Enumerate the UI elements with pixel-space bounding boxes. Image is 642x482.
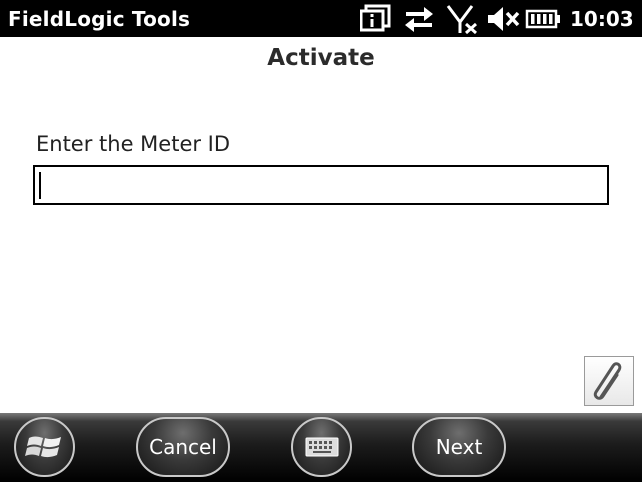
paperclip-icon (593, 362, 622, 400)
cancel-button[interactable]: Cancel (136, 417, 230, 477)
text-cursor (39, 172, 41, 199)
next-button-label: Next (435, 435, 483, 459)
clock: 10:03 (570, 7, 634, 31)
keyboard-button[interactable] (291, 417, 352, 477)
data-sync-icon[interactable] (402, 4, 436, 34)
windows-start-icon (24, 436, 61, 458)
battery-icon[interactable] (525, 4, 561, 34)
meter-id-input[interactable] (33, 165, 609, 205)
next-button[interactable]: Next (412, 417, 506, 477)
status-bar: FieldLogic Tools 10:03 (0, 0, 642, 37)
cancel-button-label: Cancel (149, 435, 217, 459)
app-title: FieldLogic Tools (8, 7, 191, 31)
meter-id-label: Enter the Meter ID (36, 132, 231, 156)
notification-icon[interactable] (360, 4, 392, 34)
no-signal-icon[interactable] (446, 4, 480, 34)
attach-button[interactable] (584, 356, 634, 406)
start-button[interactable] (14, 417, 75, 477)
speaker-muted-icon[interactable] (486, 4, 522, 34)
page-title: Activate (267, 45, 375, 71)
keyboard-icon (305, 437, 338, 457)
